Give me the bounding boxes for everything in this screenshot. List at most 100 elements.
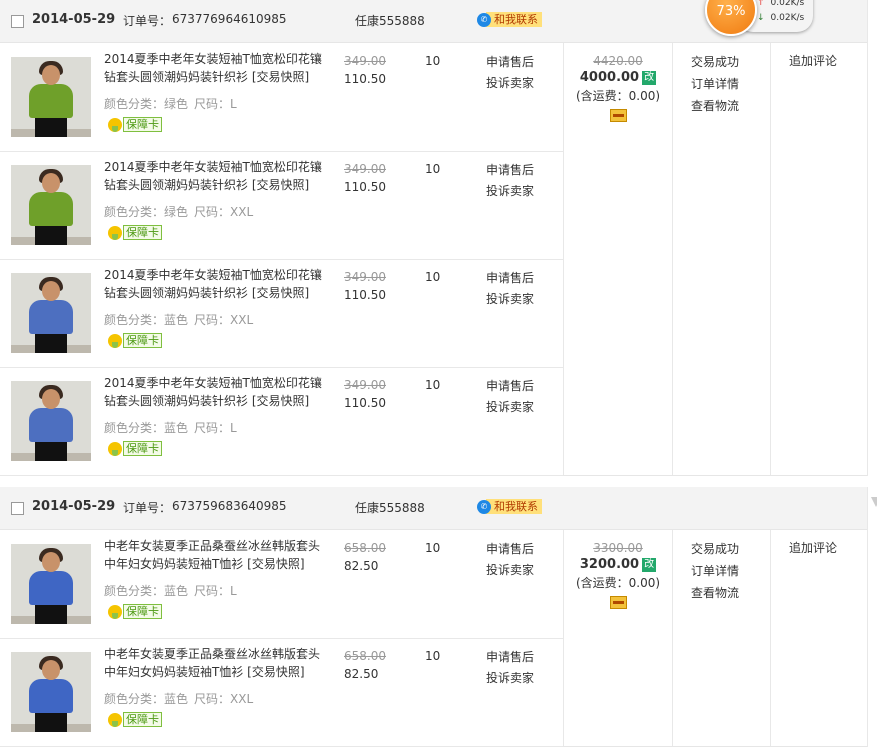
order-number-label: 订单号： [123,501,172,515]
original-price: 349.00 [344,54,386,68]
download-arrow-icon: ↓ [757,13,765,23]
order-block: 2014-05-29 订单号： 673776964610985 任康555888 ✆ 和我… [0,0,868,476]
thumb-shirt [29,192,73,226]
original-price: 658.00 [344,541,386,555]
order-total-value: 4000.00 [579,70,640,85]
unit-price: 110.50 [344,180,386,194]
product-attributes: 颜色分类：蓝色 尺码：L [104,419,243,436]
guarantee-badge[interactable]: 保障卡 [108,117,162,132]
thumb-shirt [29,571,73,605]
thumb-skirt [35,117,67,137]
apply-after-sales-link[interactable]: 申请售后 [486,161,534,178]
contact-seller-button[interactable]: ✆ 和我联系 [477,11,542,28]
guarantee-badge[interactable]: 保障卡 [108,333,162,348]
guarantee-badge[interactable]: 保障卡 [108,712,162,727]
product-title-link[interactable]: 2014夏季中老年女装短袖T恤宽松印花镶钻套头圆领潮妈妈装针织衫 [交易快照] [104,374,326,410]
unit-price: 82.50 [344,559,379,573]
apply-after-sales-link[interactable]: 申请售后 [486,53,534,70]
order-details-link[interactable]: 订单详情 [691,562,739,579]
order-checkbox[interactable] [11,15,24,28]
thumb-face [42,173,60,193]
apply-after-sales-link[interactable]: 申请售后 [486,648,534,665]
apply-after-sales-link[interactable]: 申请售后 [486,269,534,286]
order-header: 2014-05-29 订单号： 673759683640985 任康555888 ✆ 和我… [0,487,867,530]
complain-seller-link[interactable]: 投诉卖家 [486,561,534,578]
order-checkbox[interactable] [11,502,24,515]
guarantee-icon [108,225,122,240]
attr-color: 颜色分类：绿色 [104,97,189,111]
product-title-link[interactable]: 2014夏季中老年女装短袖T恤宽松印花镶钻套头圆领潮妈妈装针织衫 [交易快照] [104,50,326,86]
add-review-link[interactable]: 追加评论 [789,539,837,556]
product-title-link[interactable]: 2014夏季中老年女装短袖T恤宽松印花镶钻套头圆领潮妈妈装针织衫 [交易快照] [104,158,326,194]
order-total-column: 3300.00 3200.00 改 (含运费：0.00) [563,530,673,746]
scroll-arrow-icon [871,497,877,507]
order-date: 2014-05-29 [32,12,116,27]
guarantee-icon [108,712,122,727]
product-attributes: 颜色分类：蓝色 尺码：XXL [104,311,259,328]
edit-price-icon[interactable]: 改 [642,70,657,85]
trade-status: 交易成功 [691,55,740,69]
add-review-link[interactable]: 追加评论 [789,52,837,69]
product-attributes: 颜色分类：绿色 尺码：XXL [104,203,259,220]
order-total: 4000.00 改 [564,70,672,85]
quantity: 10 [425,270,441,284]
attr-size: 尺码：XXL [194,692,254,706]
order-total: 3200.00 改 [564,557,672,572]
thumb-skirt [35,604,67,624]
order-number-label: 订单号： [123,14,172,28]
seller-name[interactable]: 任康555888 [355,12,425,29]
complain-seller-link[interactable]: 投诉卖家 [486,669,534,686]
upload-arrow-icon: ↑ [757,0,765,8]
payment-card-icon[interactable] [609,596,627,609]
attr-size: 尺码：L [194,584,237,598]
thumb-shirt [29,300,73,334]
complain-seller-link[interactable]: 投诉卖家 [486,182,534,199]
complain-seller-link[interactable]: 投诉卖家 [486,398,534,415]
view-logistics-link[interactable]: 查看物流 [691,97,739,114]
order-status-column: 交易成功订单详情查看物流 [672,43,771,475]
view-logistics-link[interactable]: 查看物流 [691,584,739,601]
order-block: 2014-05-29 订单号： 673759683640985 任康555888 ✆ 和我… [0,487,868,747]
shipping-fee: (含运费：0.00) [575,576,661,590]
quantity: 10 [425,541,441,555]
guarantee-icon [108,333,122,348]
quantity: 10 [425,54,441,68]
order-total-original: 4420.00 [593,54,643,68]
payment-card-icon[interactable] [609,109,627,122]
product-title-link[interactable]: 2014夏季中老年女装短袖T恤宽松印花镶钻套头圆领潮妈妈装针织衫 [交易快照] [104,266,326,302]
download-speed: ↓ 0.02K/s [757,13,804,23]
apply-after-sales-link[interactable]: 申请售后 [486,540,534,557]
download-speed-value: 0.02K/s [770,13,805,23]
product-title-link[interactable]: 中老年女装夏季正品桑蚕丝冰丝韩版套头中年妇女妈妈装短袖T恤衫 [交易快照] [104,645,326,681]
product-attributes: 颜色分类：蓝色 尺码：L [104,582,243,599]
contact-seller-label: 和我联系 [486,499,542,514]
complain-seller-link[interactable]: 投诉卖家 [486,74,534,91]
thumb-face [42,65,60,85]
guarantee-icon [108,441,122,456]
order-item-row: 中老年女装夏季正品桑蚕丝冰丝韩版套头中年妇女妈妈装短袖T恤衫 [交易快照] 颜色分… [0,638,563,747]
attr-color: 颜色分类：绿色 [104,205,189,219]
product-thumbnail[interactable] [11,544,91,624]
guarantee-badge[interactable]: 保障卡 [108,604,162,619]
original-price: 658.00 [344,649,386,663]
contact-seller-button[interactable]: ✆ 和我联系 [477,498,542,515]
product-thumbnail[interactable] [11,57,91,137]
apply-after-sales-link[interactable]: 申请售后 [486,377,534,394]
seller-name[interactable]: 任康555888 [355,499,425,516]
product-thumbnail[interactable] [11,381,91,461]
product-title-link[interactable]: 中老年女装夏季正品桑蚕丝冰丝韩版套头中年妇女妈妈装短袖T恤衫 [交易快照] [104,537,326,573]
order-total-original: 3300.00 [593,541,643,555]
guarantee-badge[interactable]: 保障卡 [108,225,162,240]
order-details-link[interactable]: 订单详情 [691,75,739,92]
product-thumbnail[interactable] [11,165,91,245]
guarantee-badge[interactable]: 保障卡 [108,441,162,456]
thumb-face [42,552,60,572]
complain-seller-link[interactable]: 投诉卖家 [486,290,534,307]
network-speed-widget[interactable]: 73% ↑ 0.02K/s ↓ 0.02K/s [705,0,813,36]
product-thumbnail[interactable] [11,652,91,732]
thumb-face [42,281,60,301]
edit-price-icon[interactable]: 改 [642,557,657,572]
product-thumbnail[interactable] [11,273,91,353]
guarantee-label: 保障卡 [123,441,162,456]
thumb-shirt [29,408,73,442]
